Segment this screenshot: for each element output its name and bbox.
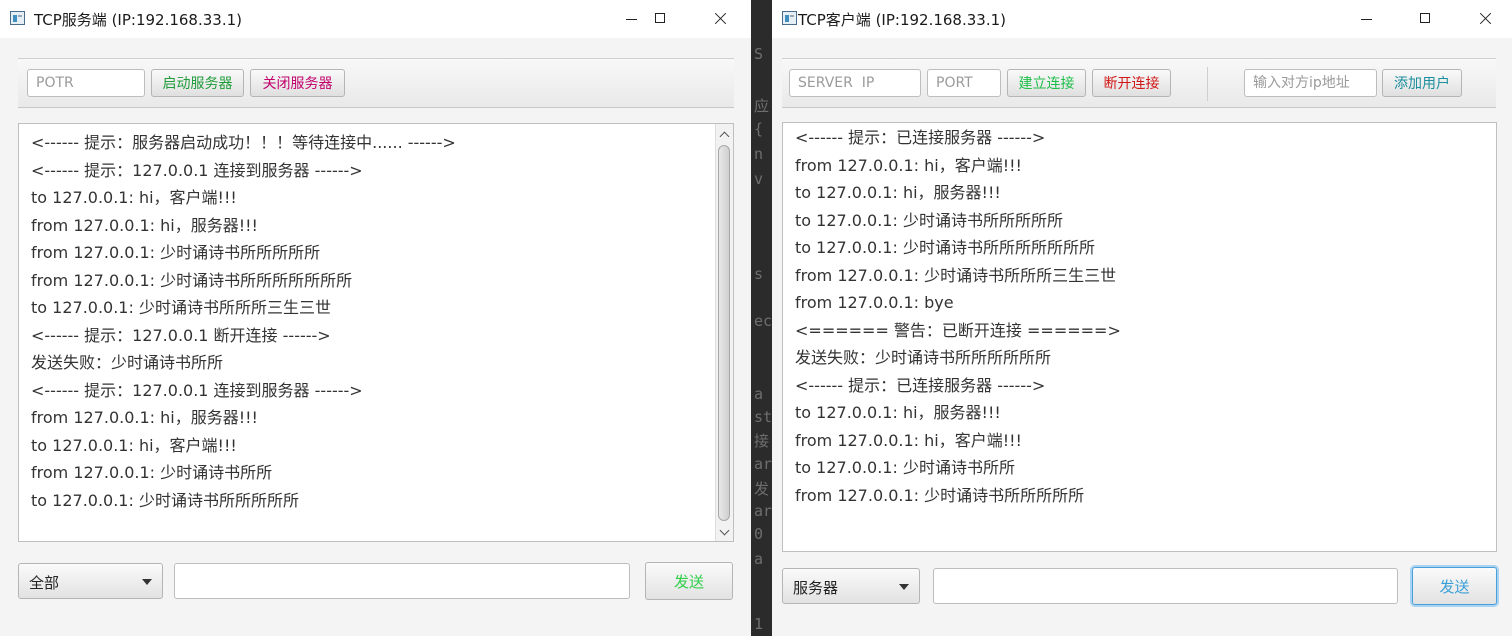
log-line: from 127.0.0.1: 少时诵诗书所所 xyxy=(31,463,273,482)
log-line: from 127.0.0.1: hi，服务器!!! xyxy=(31,408,258,427)
log-line: from 127.0.0.1: hi，客户端!!! xyxy=(795,155,1022,175)
minimize-icon[interactable] xyxy=(1338,0,1396,38)
log-line: from 127.0.0.1: hi，客户端!!! xyxy=(795,430,1022,450)
toolbar-separator xyxy=(1207,67,1208,101)
code-glyph: ec xyxy=(754,312,773,330)
log-line: to 127.0.0.1: hi，服务器!!! xyxy=(795,403,1001,422)
close-icon[interactable] xyxy=(691,0,749,38)
log-line: 发送失败：少时诵诗书所所所所所所 xyxy=(795,348,1052,367)
log-line: from 127.0.0.1: 少时诵诗书所所所三生三世 xyxy=(795,265,1117,285)
log-line: from 127.0.0.1: hi，服务器!!! xyxy=(31,215,258,235)
client-target-selected: 服务器 xyxy=(793,579,839,597)
log-line: to 127.0.0.1: hi，客户端!!! xyxy=(31,188,237,207)
client-log-lines: <------ 提示：已连接服务器 ------> from 127.0.0.1:… xyxy=(795,124,1474,509)
code-glyph: ar xyxy=(754,502,773,520)
log-line: 发送失败：少时诵诗书所所 xyxy=(31,353,224,372)
app-icon xyxy=(782,11,797,25)
code-glyph: 1 xyxy=(754,615,764,633)
code-glyph: 应 xyxy=(754,97,770,115)
log-line: from 127.0.0.1: 少时诵诗书所所所所所所所 xyxy=(31,270,353,290)
client-titlebar[interactable]: TCP客户端 (IP:192.168.33.1) xyxy=(772,0,1512,38)
server-ip-input[interactable] xyxy=(789,69,921,97)
chevron-down-icon xyxy=(899,584,909,590)
server-port-input[interactable] xyxy=(927,69,1001,97)
scroll-down-icon[interactable] xyxy=(719,527,729,537)
log-line: <------ 提示：已连接服务器 ------> xyxy=(795,128,1046,147)
log-line: to 127.0.0.1: 少时诵诗书所所所所所 xyxy=(795,210,1063,230)
stop-server-button[interactable]: 关闭服务器 xyxy=(250,69,345,97)
client-window: TCP客户端 (IP:192.168.33.1) 建立连接 断开连接 添加用户 … xyxy=(772,0,1512,636)
client-send-button[interactable]: 发送 xyxy=(1412,567,1497,605)
code-glyph: s xyxy=(754,265,764,283)
client-message-log[interactable]: <------ 提示：已连接服务器 ------> from 127.0.0.1:… xyxy=(782,122,1497,552)
log-line: from 127.0.0.1: 少时诵诗书所所所所所 xyxy=(31,243,321,262)
code-glyph: 0 xyxy=(754,525,764,543)
port-input[interactable] xyxy=(27,69,145,97)
log-line: to 127.0.0.1: 少时诵诗书所所 xyxy=(795,458,1015,477)
code-glyph: 接 xyxy=(754,432,770,450)
log-line: to 127.0.0.1: hi，客户端!!! xyxy=(31,435,237,455)
client-window-title: TCP客户端 (IP:192.168.33.1) xyxy=(798,11,1006,29)
client-target-select[interactable]: 服务器 xyxy=(782,568,920,604)
log-line: to 127.0.0.1: 少时诵诗书所所所三生三世 xyxy=(31,298,331,317)
server-window: TCP服务端 (IP:192.168.33.1) 启动服务器 关闭服务器 <--… xyxy=(0,0,751,636)
code-glyph: 发 xyxy=(754,480,770,498)
log-line: to 127.0.0.1: 少时诵诗书所所所所所 xyxy=(31,490,299,510)
server-window-title: TCP服务端 (IP:192.168.33.1) xyxy=(34,11,242,29)
server-target-select[interactable]: 全部 xyxy=(18,563,163,599)
server-log-scrollbar[interactable] xyxy=(715,124,733,541)
log-line: <------ 提示：127.0.0.1 连接到服务器 ------> xyxy=(31,160,363,180)
maximize-icon[interactable] xyxy=(632,0,690,38)
peer-ip-input[interactable] xyxy=(1244,69,1377,97)
server-message-input[interactable] xyxy=(174,563,630,599)
client-toolbar: 建立连接 断开连接 添加用户 xyxy=(782,58,1496,108)
server-log-lines: <------ 提示：服务器启动成功！！！等待连接中...... ------>… xyxy=(31,129,711,514)
scrollbar-thumb[interactable] xyxy=(718,145,730,521)
close-icon[interactable] xyxy=(1456,0,1512,38)
log-line: to 127.0.0.1: hi，服务器!!! xyxy=(795,183,1001,202)
scroll-up-icon[interactable] xyxy=(719,129,729,139)
log-line: from 127.0.0.1: 少时诵诗书所所所所所 xyxy=(795,485,1085,505)
server-titlebar[interactable]: TCP服务端 (IP:192.168.33.1) xyxy=(0,0,751,38)
connect-button[interactable]: 建立连接 xyxy=(1007,69,1086,97)
server-send-button[interactable]: 发送 xyxy=(645,562,733,600)
server-toolbar: 启动服务器 关闭服务器 xyxy=(18,58,734,108)
code-glyph: a xyxy=(754,550,764,568)
code-glyph: v xyxy=(754,170,764,188)
code-glyph: { xyxy=(754,120,764,138)
server-message-log[interactable]: <------ 提示：服务器启动成功！！！等待连接中...... ------>… xyxy=(18,123,734,542)
log-line: from 127.0.0.1: bye xyxy=(795,293,954,312)
log-line: <====== 警告：已断开连接 ======> xyxy=(795,320,1121,340)
log-line: <------ 提示：127.0.0.1 断开连接 ------> xyxy=(31,325,331,345)
app-icon xyxy=(10,11,25,25)
add-user-button[interactable]: 添加用户 xyxy=(1382,69,1462,97)
log-line: <------ 提示：已连接服务器 ------> xyxy=(795,375,1046,395)
log-line: <------ 提示：服务器启动成功！！！等待连接中...... ------> xyxy=(31,133,456,152)
code-glyph: st xyxy=(754,408,773,426)
log-line: to 127.0.0.1: 少时诵诗书所所所所所所所 xyxy=(795,238,1095,257)
code-glyph: S xyxy=(754,45,764,63)
start-server-button[interactable]: 启动服务器 xyxy=(151,69,244,97)
background-code-editor: S 应 { n v s ec a st 接 ar 发 ar 0 a 1 xyxy=(752,0,772,636)
server-target-selected: 全部 xyxy=(29,574,60,592)
maximize-icon[interactable] xyxy=(1397,0,1455,38)
code-glyph: ar xyxy=(754,455,773,473)
code-glyph: n xyxy=(754,145,764,163)
disconnect-button[interactable]: 断开连接 xyxy=(1092,69,1171,97)
code-glyph: a xyxy=(754,385,764,403)
log-line: <------ 提示：127.0.0.1 连接到服务器 ------> xyxy=(31,380,363,400)
chevron-down-icon xyxy=(142,579,152,585)
client-message-input[interactable] xyxy=(933,568,1398,604)
